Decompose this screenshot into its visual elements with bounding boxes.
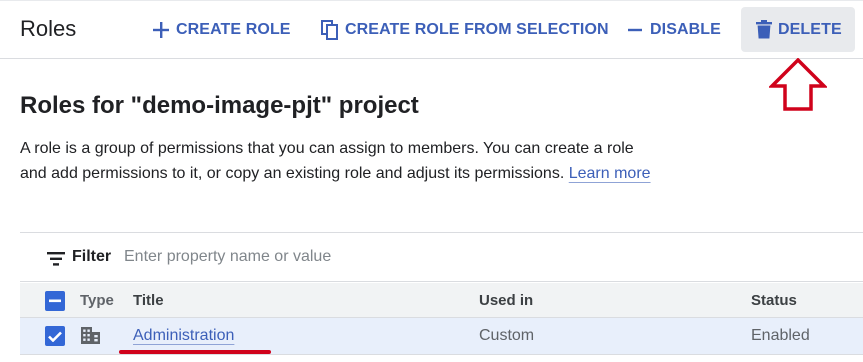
annotation-underline <box>119 350 271 354</box>
filter-icon <box>47 252 65 266</box>
create-role-from-selection-label: CREATE ROLE FROM SELECTION <box>345 20 609 38</box>
column-header-used-in[interactable]: Used in <box>479 292 533 309</box>
minus-icon <box>628 28 642 31</box>
create-role-button[interactable]: CREATE ROLE <box>152 7 291 52</box>
row-checkbox[interactable] <box>45 326 65 346</box>
delete-button[interactable]: DELETE <box>741 7 855 52</box>
filter-label: Filter <box>72 248 112 265</box>
create-role-from-selection-button[interactable]: CREATE ROLE FROM SELECTION <box>321 7 609 52</box>
learn-more-link[interactable]: Learn more <box>569 165 651 182</box>
section-description: A role is a group of permissions that yo… <box>20 136 660 186</box>
copy-icon <box>321 19 338 40</box>
column-header-status[interactable]: Status <box>751 292 797 309</box>
building-icon <box>81 327 100 344</box>
delete-label: DELETE <box>778 20 842 38</box>
role-status: Enabled <box>751 327 810 344</box>
table-header: Type Title Used in Status <box>20 283 863 318</box>
trash-icon <box>756 20 772 39</box>
create-role-label: CREATE ROLE <box>176 20 291 38</box>
indeterminate-icon <box>49 299 61 303</box>
checkmark-icon <box>48 331 62 342</box>
disable-label: DISABLE <box>650 20 721 38</box>
role-title-link[interactable]: Administration <box>133 327 234 345</box>
description-text: A role is a group of permissions that yo… <box>20 140 634 182</box>
toolbar: Roles CREATE ROLE CREATE ROLE FROM SELEC… <box>0 0 863 59</box>
filter-input[interactable] <box>124 244 524 270</box>
filter-bar: Filter <box>20 232 863 282</box>
role-used-in: Custom <box>479 327 535 344</box>
section-heading: Roles for "demo-image-pjt" project <box>20 92 419 119</box>
select-all-checkbox[interactable] <box>45 291 65 311</box>
disable-button[interactable]: DISABLE <box>626 7 721 52</box>
page-title: Roles <box>20 16 77 41</box>
plus-icon <box>153 21 169 38</box>
annotation-arrow-icon <box>769 58 827 111</box>
column-header-title[interactable]: Title <box>133 292 164 309</box>
column-header-type[interactable]: Type <box>80 292 114 309</box>
